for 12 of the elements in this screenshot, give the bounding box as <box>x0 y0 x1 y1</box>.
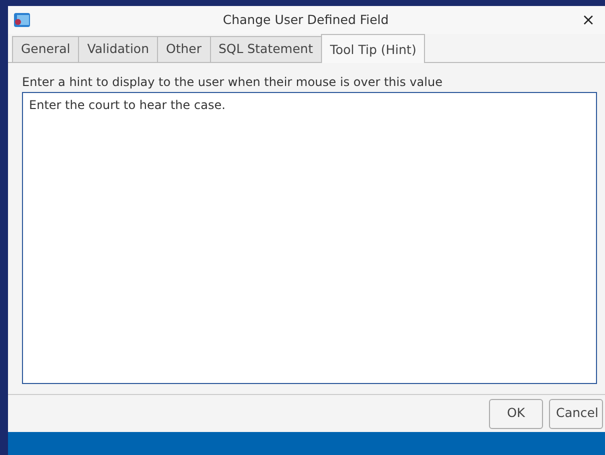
tab[interactable]: SQL Statement <box>210 36 322 62</box>
app-icon <box>12 11 32 29</box>
hint-text-area[interactable]: Enter the court to hear the case. <box>22 92 597 384</box>
tab[interactable]: Validation <box>78 36 158 62</box>
window-title: Change User Defined Field <box>222 10 390 29</box>
tab[interactable]: Other <box>157 36 210 62</box>
close-button[interactable]: × <box>580 12 597 28</box>
ok-button[interactable]: OK <box>489 398 543 428</box>
tab[interactable]: General <box>12 36 80 62</box>
hint-label: Enter a hint to display to the user when their mouse is over this value <box>22 74 444 91</box>
cancel-button[interactable]: Cancel <box>549 398 603 428</box>
tab[interactable]: Tool Tip (Hint) <box>321 34 426 63</box>
